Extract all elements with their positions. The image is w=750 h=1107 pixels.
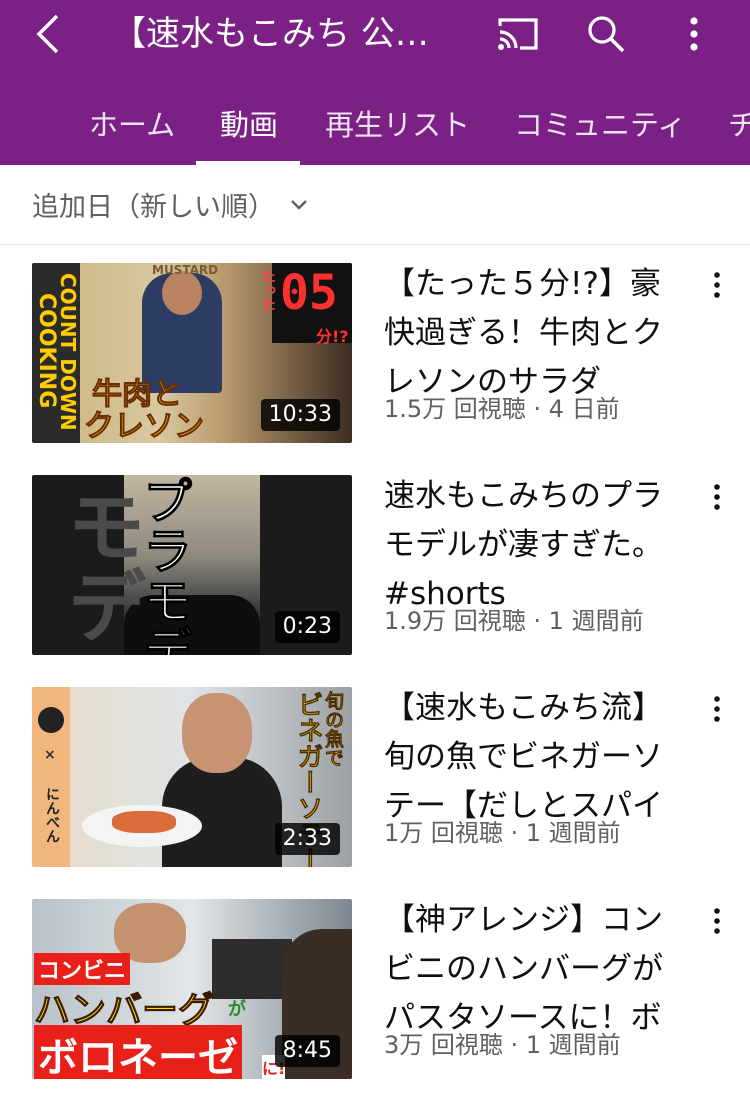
video-duration: 0:23 xyxy=(274,611,340,643)
thumbnail-text: × xyxy=(44,747,56,763)
more-vertical-icon xyxy=(714,272,720,298)
more-vertical-icon xyxy=(714,484,720,510)
video-thumbnail[interactable]: COUNT DOWN COOKING 牛肉と クレソン たった 05 分!? M… xyxy=(32,263,352,443)
tab-channels[interactable]: チャンネル xyxy=(728,92,750,165)
video-title[interactable]: 【速水もこみち流】旬の魚でビネガーソテー【だしとスパイス】 xyxy=(384,684,684,834)
more-vertical-icon xyxy=(690,17,698,51)
thumbnail-text: 分!? xyxy=(316,327,349,346)
app-bar: 【速水もこみち 公式】 ホーム 動画 再生リスト コミュニティ チャンネル xyxy=(0,0,750,165)
channel-title: 【速水もこみち 公式】 xyxy=(112,14,452,54)
video-meta: 1.5万 回視聴 · 4 日前 xyxy=(384,395,620,423)
more-vertical-icon xyxy=(714,908,720,934)
video-item[interactable]: × にんべん 旬の魚で ビネガーソテー 2:33 【速水もこみち流】旬の魚でビネ… xyxy=(0,687,750,869)
thumbnail-text: にんべん xyxy=(44,787,60,843)
video-menu-button[interactable] xyxy=(703,903,731,939)
video-item[interactable]: モデ プラモデルです 0:23 速水もこみちのプラモデルが凄すぎた。#short… xyxy=(0,475,750,657)
thumbnail-text: が xyxy=(228,999,246,1020)
thumbnail-text: 05 xyxy=(280,265,338,321)
cast-button[interactable] xyxy=(494,12,542,56)
tab-playlists[interactable]: 再生リスト xyxy=(325,92,470,165)
video-thumbnail[interactable]: モデ プラモデルです 0:23 xyxy=(32,475,352,655)
thumbnail-text: ボロネーゼ xyxy=(34,1025,242,1079)
tab-home[interactable]: ホーム xyxy=(89,92,175,165)
tab-community[interactable]: コミュニティ xyxy=(514,92,686,165)
sort-dropdown[interactable]: 追加日（新しい順） xyxy=(32,185,309,224)
sort-bar: 追加日（新しい順） xyxy=(0,165,750,245)
video-item[interactable]: COUNT DOWN COOKING 牛肉と クレソン たった 05 分!? M… xyxy=(0,263,750,445)
thumbnail-text: MUSTARD xyxy=(152,263,219,277)
thumbnail-fish xyxy=(112,811,176,833)
thumbnail-microwave xyxy=(212,939,292,999)
chevron-down-icon xyxy=(289,198,309,212)
thumbnail-text: たった xyxy=(260,269,276,311)
video-thumbnail[interactable]: × にんべん 旬の魚で ビネガーソテー 2:33 xyxy=(32,687,352,867)
video-menu-button[interactable] xyxy=(703,267,731,303)
thumbnail-text: クレソン xyxy=(84,409,205,444)
search-button[interactable] xyxy=(582,12,630,56)
thumbnail-text: COUNT DOWN xyxy=(56,273,80,431)
channel-tabs: ホーム 動画 再生リスト コミュニティ チャンネル xyxy=(0,92,750,165)
video-duration: 2:33 xyxy=(274,823,340,855)
video-menu-button[interactable] xyxy=(703,691,731,727)
video-duration: 10:33 xyxy=(260,399,340,431)
sort-label: 追加日（新しい順） xyxy=(32,192,275,223)
chevron-left-icon xyxy=(36,14,59,54)
video-thumbnail[interactable]: コンビニ ハンバーグ が ボロネーゼ に! 8:45 xyxy=(32,899,352,1079)
more-options-button[interactable] xyxy=(672,12,716,56)
back-button[interactable] xyxy=(26,12,70,56)
video-meta: 1.9万 回視聴 · 1 週間前 xyxy=(384,607,644,635)
thumbnail-face xyxy=(182,693,252,773)
more-vertical-icon xyxy=(714,696,720,722)
video-title[interactable]: 【たった５分!?】豪快過ぎる！牛肉とクレソンのサラダ xyxy=(384,260,684,410)
logo-icon xyxy=(38,707,64,733)
video-meta: 1万 回視聴 · 1 週間前 xyxy=(384,819,621,847)
thumbnail-face xyxy=(162,271,202,315)
video-item[interactable]: コンビニ ハンバーグ が ボロネーゼ に! 8:45 【神アレンジ】コンビニのハ… xyxy=(0,899,750,1081)
video-title[interactable]: 【神アレンジ】コンビニのハンバーグがパスタソースに！ボロネーゼ xyxy=(384,896,684,1046)
video-duration: 8:45 xyxy=(274,1035,340,1067)
thumbnail-text: プラモデルです xyxy=(135,475,194,655)
cast-icon xyxy=(498,18,538,50)
video-title[interactable]: 速水もこみちのプラモデルが凄すぎた。#shorts xyxy=(384,472,684,622)
video-meta: 3万 回視聴 · 1 週間前 xyxy=(384,1031,621,1059)
video-menu-button[interactable] xyxy=(703,479,731,515)
search-icon xyxy=(588,16,625,53)
tab-videos[interactable]: 動画 xyxy=(220,92,278,165)
thumbnail-text: COOKING xyxy=(34,293,59,409)
